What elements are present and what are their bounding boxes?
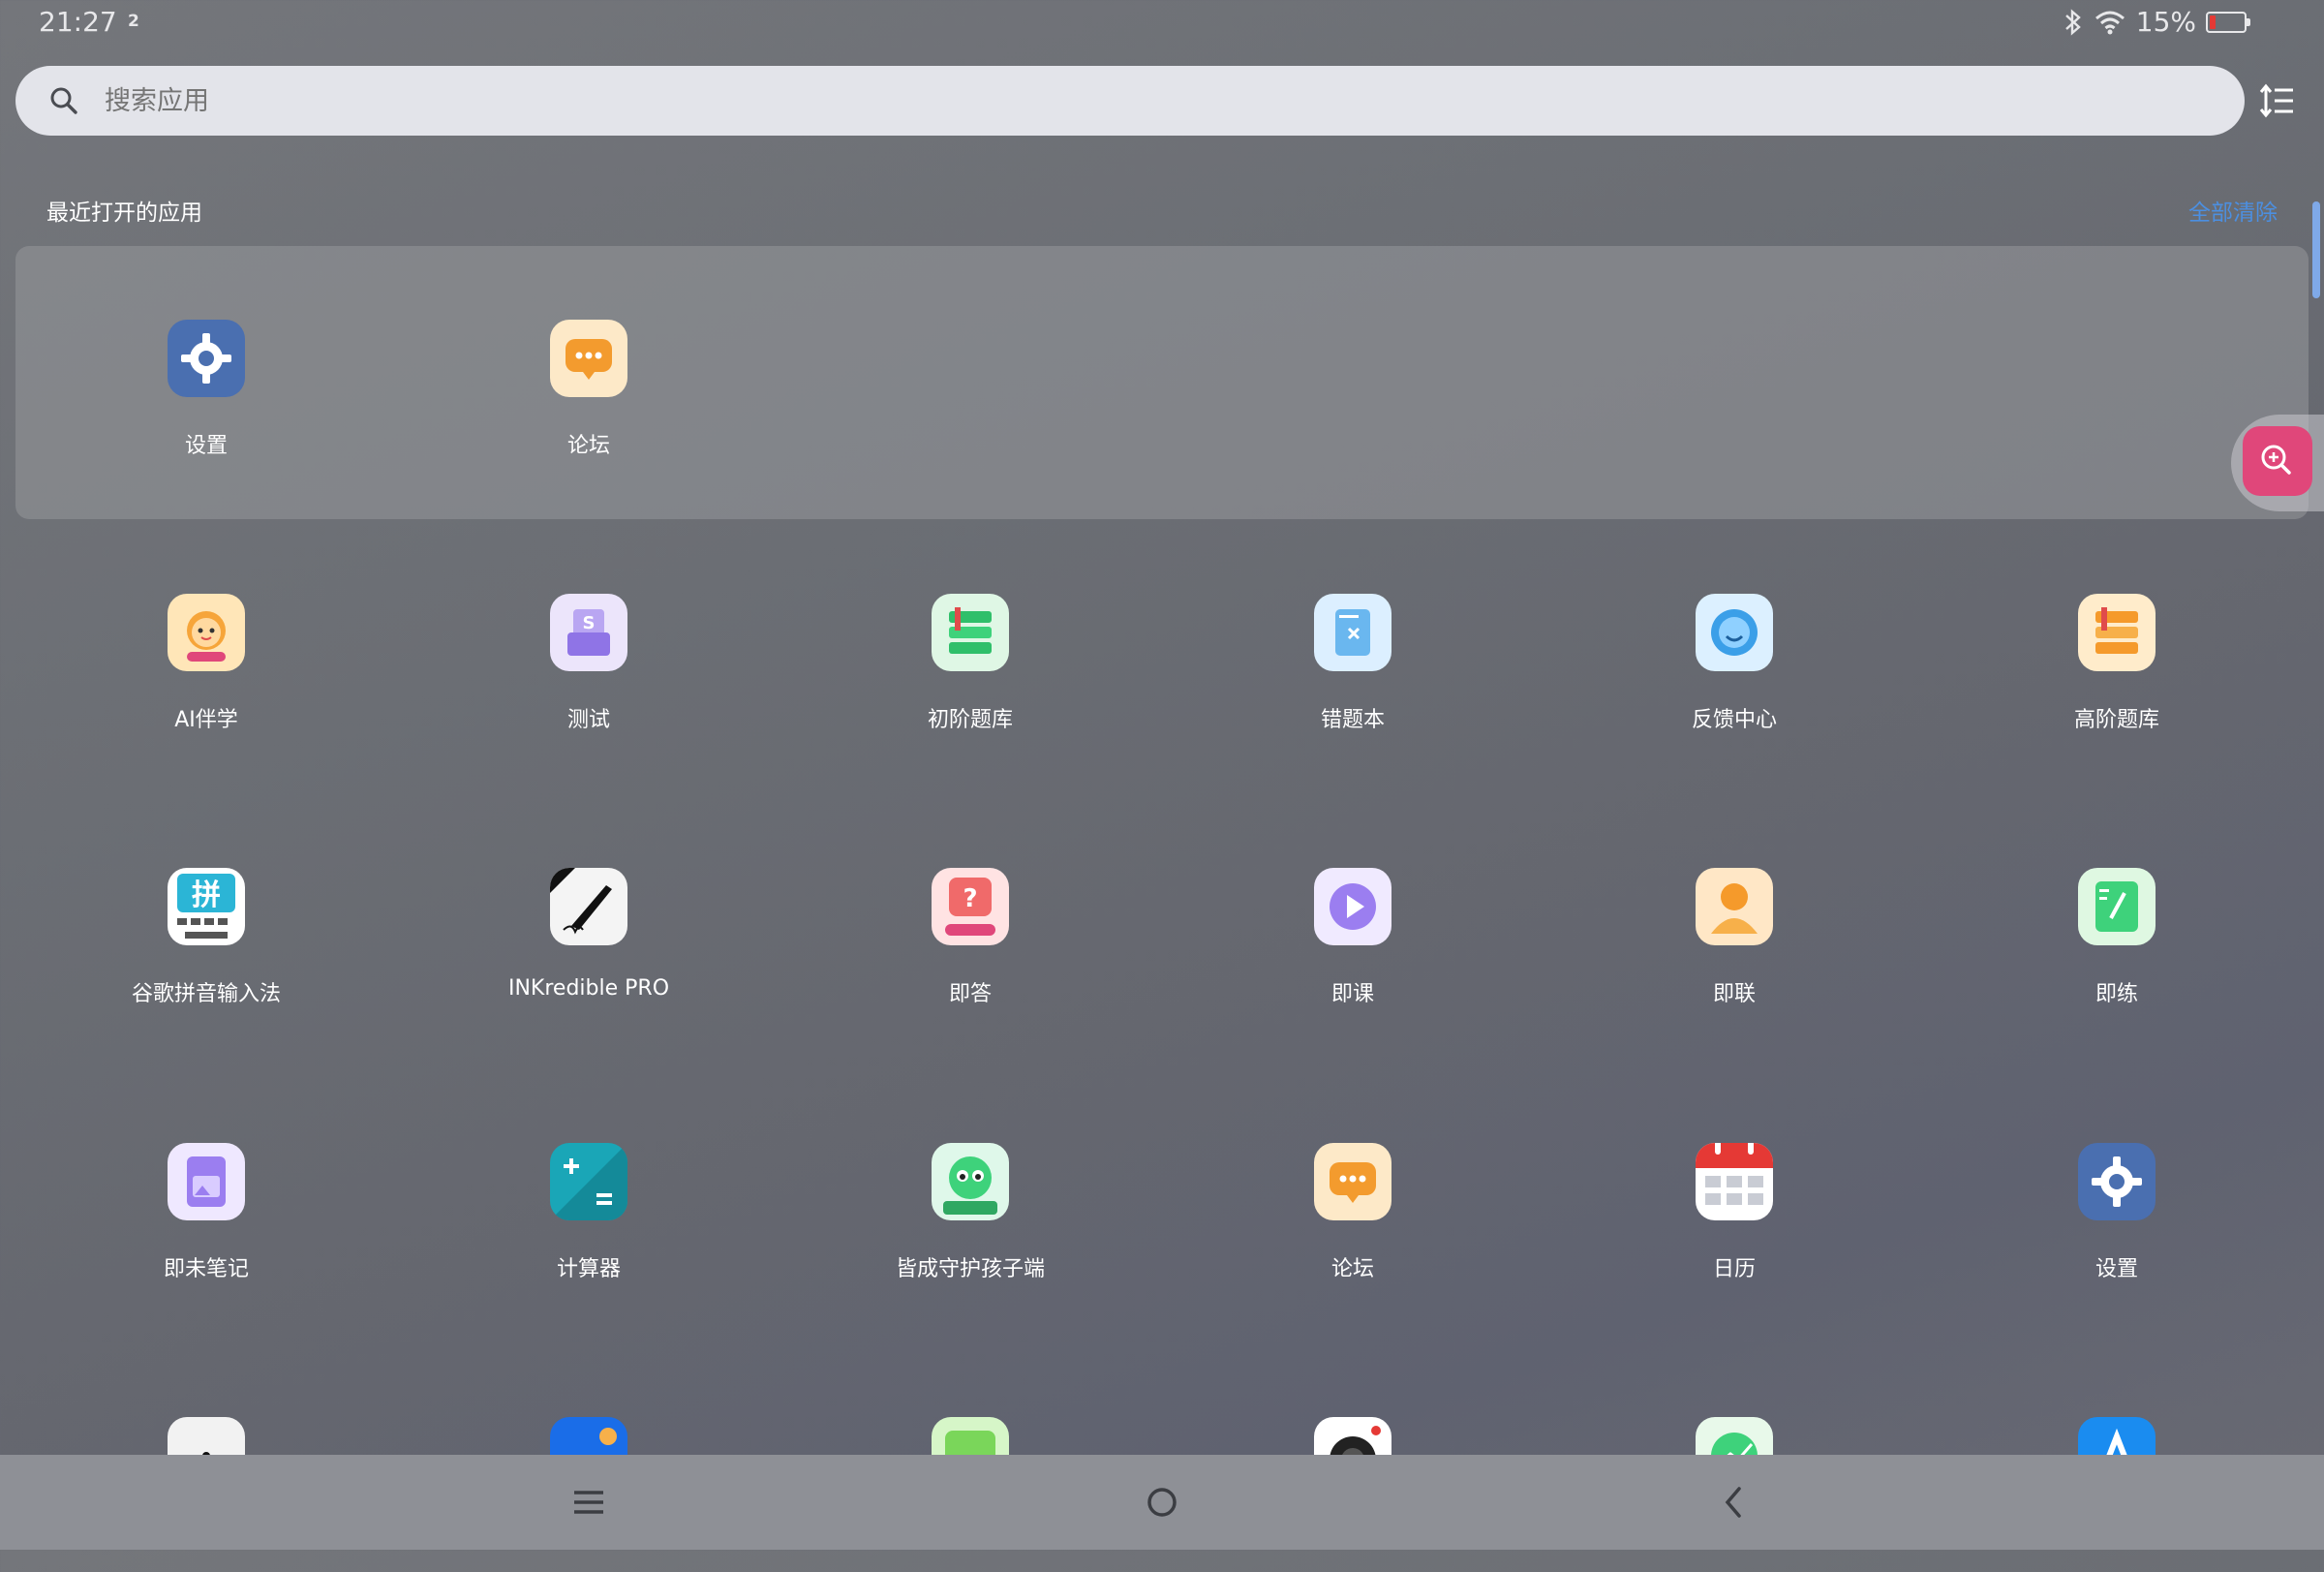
search-icon <box>50 87 77 114</box>
scrollbar[interactable] <box>2312 201 2320 298</box>
recent-app-0[interactable]: 设置 <box>80 320 332 475</box>
app-label: 即课 <box>1330 982 1374 1006</box>
grid-app-3[interactable]: 错题本 <box>1227 594 1479 749</box>
menu-icon[interactable] <box>565 1478 613 1526</box>
recent-apps-panel <box>15 246 2309 519</box>
settings-icon <box>168 320 245 397</box>
clock: 21:27 <box>39 6 117 38</box>
app-label: 设置 <box>2095 1257 2138 1281</box>
bluetooth-icon <box>2064 8 2081 36</box>
search-input[interactable] <box>103 77 1850 126</box>
battery-percent: 15% <box>2135 6 2196 38</box>
app-label: 皆成守护孩子端 <box>895 1257 1045 1281</box>
grid-app-1[interactable]: S 测试 <box>463 594 715 749</box>
app-label: 高阶题库 <box>2073 708 2159 732</box>
course-play-icon <box>1314 868 1391 945</box>
search-bar[interactable] <box>15 66 2245 136</box>
grid-app-9[interactable]: 即课 <box>1227 868 1479 1023</box>
battery-icon <box>2206 11 2250 33</box>
forum-icon <box>550 320 627 397</box>
feedback-center-icon <box>1696 594 1773 671</box>
beginner-question-bank-icon <box>932 594 1009 671</box>
app-label: 论坛 <box>1330 1257 1374 1281</box>
grid-app-7[interactable]: INKredible PRO <box>463 868 715 1023</box>
app-label: 日历 <box>1712 1257 1756 1281</box>
app-label: 即联 <box>1712 982 1756 1006</box>
status-bar: 21:27 2 15% <box>0 0 2324 50</box>
calendar-icon <box>1696 1143 1773 1220</box>
app-label: 谷歌拼音输入法 <box>131 982 281 1006</box>
grid-app-14[interactable]: 皆成守护孩子端 <box>844 1143 1096 1298</box>
navigation-bar <box>0 1455 2324 1550</box>
grid-app-0[interactable]: AI伴学 <box>80 594 332 749</box>
svg-text:拼: 拼 <box>192 878 221 912</box>
wifi-icon <box>2095 11 2125 34</box>
clear-all-button[interactable]: 全部清除 <box>2188 194 2278 227</box>
zoom-button[interactable] <box>2243 426 2312 496</box>
grid-app-10[interactable]: 即联 <box>1608 868 1860 1023</box>
grid-app-13[interactable]: 计算器 <box>463 1143 715 1298</box>
status-icons: 15% <box>2063 6 2250 38</box>
forum-icon <box>1314 1143 1391 1220</box>
guardian-kids-icon <box>932 1143 1009 1220</box>
test-icon: S <box>550 594 627 671</box>
app-label: 计算器 <box>556 1257 621 1281</box>
zoom-in-icon <box>2261 445 2291 475</box>
inkredible-pen-icon <box>550 868 627 945</box>
mistake-book-icon <box>1314 594 1391 671</box>
grid-app-5[interactable]: 高阶题库 <box>1991 594 2243 749</box>
grid-app-16[interactable]: 日历 <box>1608 1143 1860 1298</box>
contact-icon <box>1696 868 1773 945</box>
app-label: 测试 <box>566 708 610 732</box>
app-label: 即答 <box>948 982 992 1006</box>
svg-text:S: S <box>583 613 596 633</box>
app-label: 即练 <box>2095 982 2138 1006</box>
grid-app-8[interactable]: ? 即答 <box>844 868 1096 1023</box>
grid-app-4[interactable]: 反馈中心 <box>1608 594 1860 749</box>
notes-icon <box>168 1143 245 1220</box>
app-label: 即未笔记 <box>163 1257 249 1281</box>
app-label: 反馈中心 <box>1691 708 1777 732</box>
svg-text:?: ? <box>963 884 977 913</box>
google-pinyin-icon: 拼 <box>168 868 245 945</box>
app-label: 设置 <box>184 434 228 458</box>
ai-companion-icon <box>168 594 245 671</box>
quick-answer-icon: ? <box>932 868 1009 945</box>
calculator-icon <box>550 1143 627 1220</box>
grid-app-17[interactable]: 设置 <box>1991 1143 2243 1298</box>
back-icon[interactable] <box>1710 1478 1758 1526</box>
grid-app-12[interactable]: 即未笔记 <box>80 1143 332 1298</box>
recent-apps-title: 最近打开的应用 <box>46 200 202 226</box>
advanced-question-bank-icon <box>2078 594 2156 671</box>
app-label: AI伴学 <box>174 708 238 732</box>
notification-count: 2 <box>128 12 139 31</box>
grid-app-11[interactable]: 即练 <box>1991 868 2243 1023</box>
app-label: 初阶题库 <box>927 708 1013 732</box>
recent-app-1[interactable]: 论坛 <box>463 320 715 475</box>
app-label: INKredible PRO <box>507 976 670 1001</box>
sort-icon[interactable] <box>2258 81 2297 120</box>
app-label: 论坛 <box>566 434 610 458</box>
grid-app-6[interactable]: 拼谷歌拼音输入法 <box>80 868 332 1023</box>
home-icon[interactable] <box>1138 1478 1186 1526</box>
grid-app-15[interactable]: 论坛 <box>1227 1143 1479 1298</box>
app-label: 错题本 <box>1320 708 1385 732</box>
grid-app-2[interactable]: 初阶题库 <box>844 594 1096 749</box>
practice-icon <box>2078 868 2156 945</box>
settings-icon <box>2078 1143 2156 1220</box>
